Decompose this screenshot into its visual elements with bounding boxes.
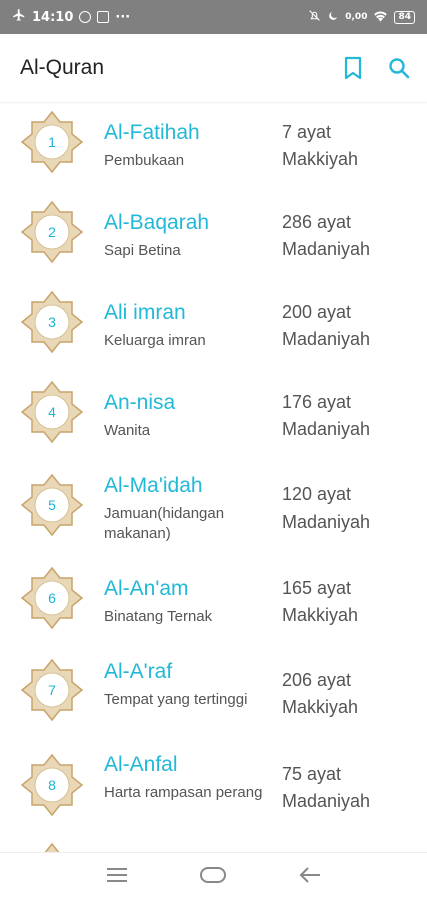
surah-meaning: Jamuan(hidangan makanan) — [104, 505, 225, 542]
ayat-count: 286 ayat — [282, 212, 352, 232]
revelation-type: Makkiyah — [282, 605, 359, 625]
surah-meaning: Pembukaan — [104, 152, 185, 169]
surah-number: 3 — [48, 314, 56, 330]
surah-number-badge: 3 — [20, 290, 84, 354]
revelation-type: Madaniyah — [282, 419, 371, 439]
revelation-type: Madaniyah — [282, 791, 371, 811]
app-bar: Al-Quran — [0, 34, 427, 102]
surah-row[interactable]: 6 Al-An'am Binatang Ternak 165 ayat Makk… — [0, 558, 427, 648]
surah-name: An-nisa — [104, 391, 176, 414]
surah-name: Al-Ma'idah — [104, 474, 203, 497]
revelation-type: Madaniyah — [282, 239, 371, 259]
surah-row[interactable]: 5 Al-Ma'idah Jamuan(hidangan makanan) 12… — [0, 462, 427, 558]
ayat-count: 75 ayat — [282, 764, 342, 784]
surah-row[interactable]: 2 Al-Baqarah Sapi Betina 286 ayat Madani… — [0, 192, 427, 282]
surah-name: Ali imran — [104, 301, 186, 324]
surah-number-badge: 8 — [20, 753, 84, 817]
ayat-count: 7 ayat — [282, 122, 332, 142]
ayat-count: 206 ayat — [282, 670, 352, 690]
surah-name: Al-Fatihah — [104, 121, 200, 144]
home-icon[interactable] — [199, 865, 227, 889]
ayat-count: 120 ayat — [282, 484, 352, 504]
surah-number-badge: 7 — [20, 658, 84, 722]
wifi-icon — [373, 10, 388, 25]
surah-number-badge: 4 — [20, 380, 84, 444]
app-notification-icon — [79, 11, 92, 23]
surah-number: 5 — [48, 497, 56, 513]
system-nav-bar — [0, 852, 427, 900]
revelation-type: Makkiyah — [282, 697, 359, 717]
surah-number-badge: 5 — [20, 473, 84, 537]
surah-name: Al-A'raf — [104, 660, 173, 683]
moon-icon — [327, 10, 339, 25]
surah-number-badge: 2 — [20, 200, 84, 264]
ayat-count: 200 ayat — [282, 302, 352, 322]
more-notifications: ··· — [115, 9, 131, 25]
airplane-icon — [12, 8, 26, 26]
surah-meaning: Harta rampasan perang — [104, 784, 263, 801]
revelation-type: Madaniyah — [282, 512, 371, 532]
status-bar: 14:10 ··· 0,00 84 — [0, 0, 427, 34]
silent-icon — [308, 9, 321, 25]
next-surah-badge-partial — [20, 842, 84, 852]
data-speed: 0,00 — [345, 12, 368, 22]
surah-row[interactable]: 3 Ali imran Keluarga imran 200 ayat Mada… — [0, 282, 427, 372]
ayat-count: 176 ayat — [282, 392, 352, 412]
surah-number: 1 — [48, 134, 56, 150]
surah-meaning: Wanita — [104, 422, 151, 439]
surah-row[interactable]: 4 An-nisa Wanita 176 ayat Madaniyah — [0, 372, 427, 462]
revelation-type: Makkiyah — [282, 149, 359, 169]
surah-meaning: Sapi Betina — [104, 242, 181, 259]
bookmark-icon[interactable] — [341, 56, 365, 80]
search-icon[interactable] — [387, 56, 411, 80]
surah-meaning: Keluarga imran — [104, 332, 206, 349]
surah-name: Al-Anfal — [104, 753, 178, 776]
surah-list[interactable]: 1 Al-Fatihah Pembukaan 7 ayat Makkiyah 2… — [0, 102, 427, 852]
revelation-type: Madaniyah — [282, 329, 371, 349]
status-time: 14:10 — [32, 9, 74, 25]
surah-number: 2 — [48, 224, 56, 240]
surah-number: 6 — [48, 590, 56, 606]
page-title: Al-Quran — [20, 56, 105, 79]
back-icon[interactable] — [298, 865, 322, 889]
battery-indicator: 84 — [394, 10, 415, 24]
menu-icon[interactable] — [105, 865, 129, 889]
surah-row[interactable]: 7 Al-A'raf Tempat yang tertinggi 206 aya… — [0, 648, 427, 742]
surah-number: 8 — [48, 777, 56, 793]
gallery-notification-icon — [97, 11, 110, 23]
surah-meaning: Tempat yang tertinggi — [104, 691, 248, 708]
surah-name: Al-An'am — [104, 577, 189, 600]
ayat-count: 165 ayat — [282, 578, 352, 598]
surah-number-badge: 6 — [20, 566, 84, 630]
ornament-star-icon — [44, 842, 60, 852]
surah-row[interactable]: 1 Al-Fatihah Pembukaan 7 ayat Makkiyah — [0, 102, 427, 192]
surah-number-badge: 1 — [20, 110, 84, 174]
surah-number: 4 — [48, 404, 56, 420]
surah-meaning: Binatang Ternak — [104, 608, 213, 625]
surah-number: 7 — [48, 682, 56, 698]
surah-name: Al-Baqarah — [104, 211, 210, 234]
surah-row[interactable]: 8 Al-Anfal Harta rampasan perang 75 ayat… — [0, 742, 427, 838]
